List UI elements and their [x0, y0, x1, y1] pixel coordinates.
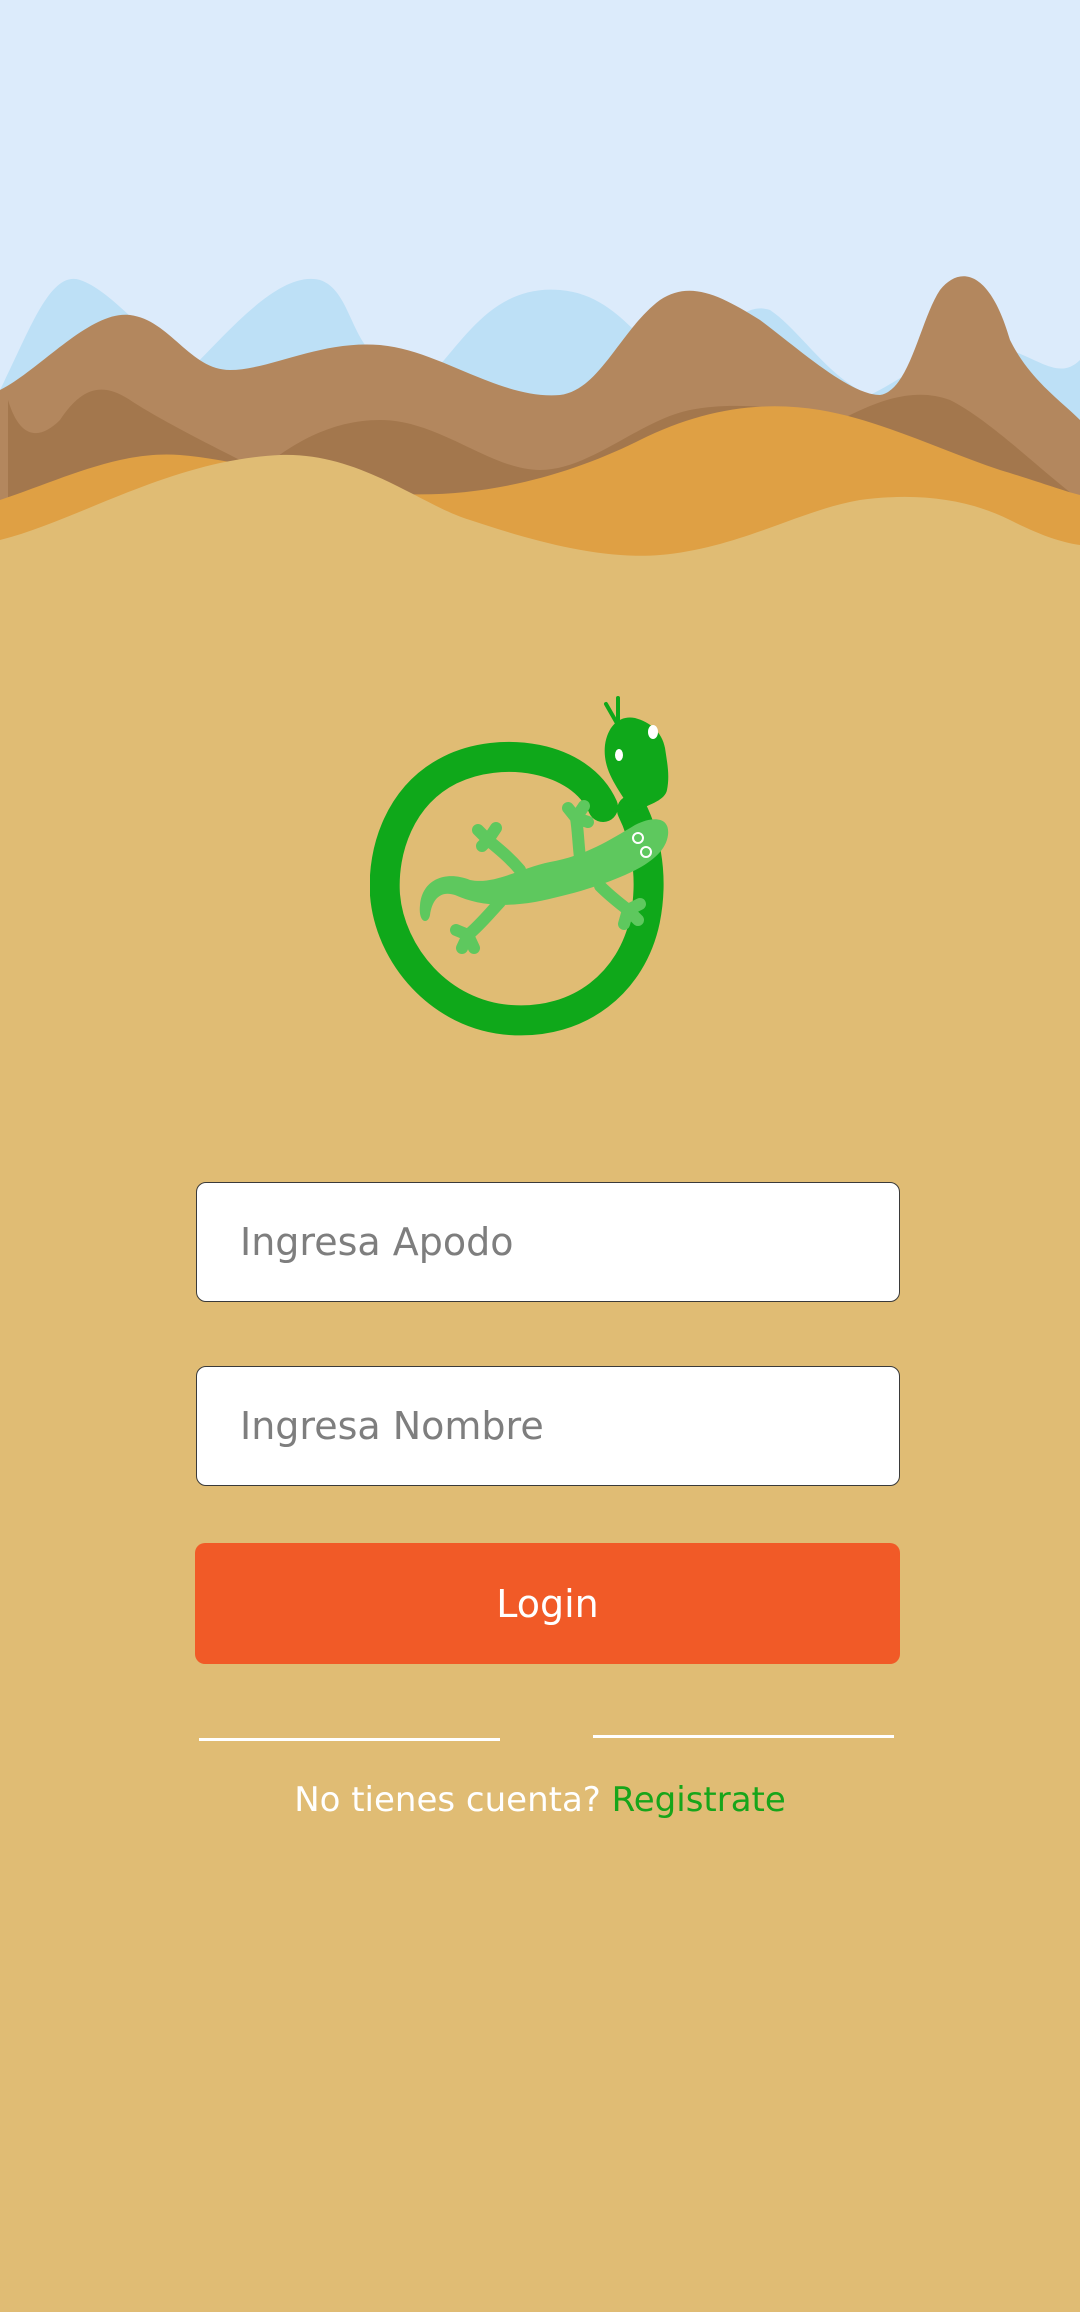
login-button[interactable]: Login	[195, 1543, 900, 1664]
divider-left	[199, 1738, 500, 1741]
desert-background	[0, 0, 1080, 600]
register-question: No tienes cuenta?	[294, 1780, 601, 1820]
nickname-field[interactable]	[196, 1182, 900, 1302]
snake-gecko-logo-icon	[370, 696, 669, 1036]
register-link[interactable]: Registrate	[612, 1780, 786, 1820]
register-prompt: No tienes cuenta? Registrate	[0, 1780, 1080, 1820]
divider-right	[593, 1735, 894, 1738]
name-input[interactable]	[197, 1367, 899, 1485]
name-field[interactable]	[196, 1366, 900, 1486]
nickname-input[interactable]	[197, 1183, 899, 1301]
